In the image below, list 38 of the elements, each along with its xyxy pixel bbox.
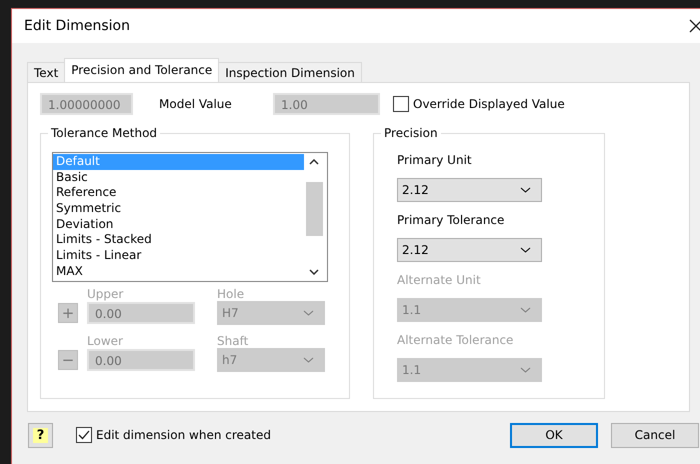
list-item[interactable]: Reference: [53, 185, 305, 202]
cancel-button[interactable]: Cancel: [611, 422, 699, 448]
close-icon[interactable]: [689, 19, 700, 33]
field-label: Primary Tolerance: [397, 212, 506, 229]
help-button[interactable]: ?: [28, 422, 53, 448]
list-item[interactable]: Limits - Stacked: [53, 232, 305, 248]
scroll-down-icon[interactable]: [309, 269, 319, 275]
field-label: Hole: [217, 286, 246, 302]
list-item[interactable]: MAX: [53, 264, 305, 280]
list-item[interactable]: Basic: [53, 170, 305, 186]
list-item[interactable]: Limits - Linear: [53, 248, 305, 264]
field-label: Primary Unit: [397, 152, 473, 169]
field-label: Shaft: [217, 333, 250, 349]
field-label: Lower: [87, 333, 124, 349]
field-label: Alternate Tolerance: [397, 332, 514, 349]
override-label: Override Displayed Value: [413, 97, 565, 111]
list-item[interactable]: Deviation: [53, 216, 305, 232]
list-item[interactable]: Symmetric: [53, 201, 305, 217]
chevron-icon: [303, 357, 314, 363]
chevron-icon: [303, 310, 314, 316]
precision-dropdown[interactable]: 2.12: [397, 238, 542, 262]
ok-button[interactable]: OK: [510, 422, 598, 448]
scroll-up-icon[interactable]: [309, 159, 319, 165]
window-title: Edit Dimension: [24, 18, 130, 34]
edit-checkbox[interactable]: [76, 427, 92, 443]
field-label: Alternate Unit: [397, 272, 482, 289]
field-label: Upper: [87, 286, 124, 302]
tab[interactable]: Text: [27, 62, 66, 82]
model-value-label: Model Value: [159, 97, 233, 111]
tab[interactable]: Precision and Tolerance: [64, 58, 220, 82]
edit-checkbox-label: Edit dimension when created: [96, 428, 271, 442]
chevron-icon: [520, 247, 531, 253]
override-checkbox[interactable]: [393, 96, 409, 112]
tab[interactable]: Inspection Dimension: [218, 62, 362, 82]
chevron-icon: [520, 307, 531, 313]
chevron-icon: [520, 367, 531, 373]
chevron-icon: [520, 187, 531, 193]
precision-dropdown[interactable]: 2.12: [397, 178, 542, 202]
